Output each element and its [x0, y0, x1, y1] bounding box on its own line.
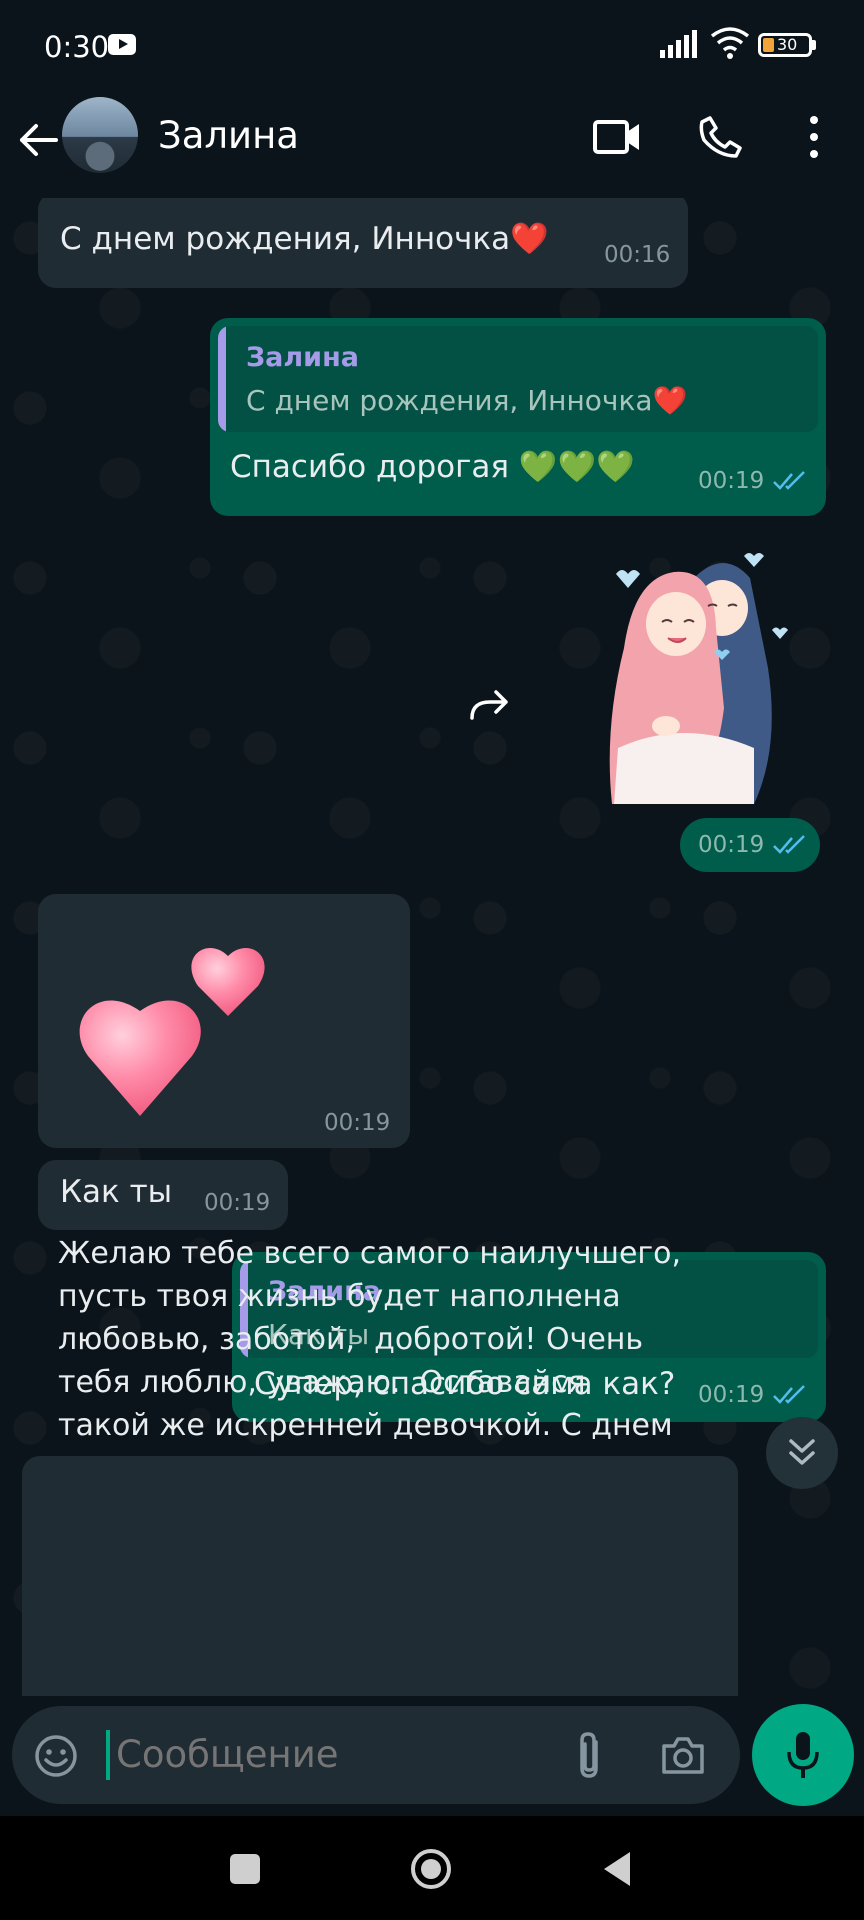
system-nav-bar [0, 1816, 864, 1920]
message-text-long: Желаю тебе всего самого наилучшего, пуст… [58, 1236, 682, 1443]
youtube-notification-icon [108, 34, 136, 55]
mic-icon [787, 1732, 819, 1778]
message-incoming[interactable]: Как ты 00:19 [38, 1160, 288, 1230]
contact-name[interactable]: Залина [158, 114, 299, 157]
mic-button[interactable] [752, 1704, 854, 1806]
read-ticks-icon [773, 835, 805, 854]
quote-author: Залина [246, 342, 359, 373]
back-arrow-icon[interactable] [16, 118, 60, 162]
text-caret [106, 1730, 110, 1780]
message-list[interactable]: С днем рождения, Инночка❤️ 00:16 Залина … [0, 198, 864, 1696]
message-time: 00:19 [204, 1190, 271, 1216]
message-composer [12, 1706, 740, 1804]
chevron-double-down-icon [789, 1439, 815, 1465]
message-incoming[interactable]: С днем рождения, Инночка❤️ 00:16 [38, 198, 688, 288]
read-ticks-icon [773, 1385, 805, 1404]
battery-level: 30 [777, 35, 798, 54]
message-text: Как ты [60, 1174, 173, 1210]
status-bar: 0:30 30 [0, 0, 864, 92]
battery-icon: 30 [758, 33, 812, 57]
forward-icon[interactable] [466, 684, 514, 724]
message-text: Спасибо дорогая 💚💚💚 [230, 449, 635, 485]
message-incoming-long[interactable] [22, 1456, 738, 1696]
battery-tip [812, 40, 816, 50]
sticker-hugging-girls[interactable] [604, 548, 814, 808]
phone-icon[interactable] [698, 114, 744, 160]
emoji-icon[interactable] [34, 1734, 78, 1778]
message-time: 00:19 [698, 832, 765, 858]
message-text: С днем рождения, Инночка❤️ [60, 221, 549, 257]
camera-icon[interactable] [660, 1734, 706, 1776]
video-call-icon[interactable] [592, 116, 642, 158]
message-time: 00:16 [604, 242, 671, 268]
quoted-message[interactable]: Залина С днем рождения, Инночка❤️ [218, 326, 818, 432]
attach-icon[interactable] [572, 1730, 606, 1780]
scroll-to-bottom-button[interactable] [766, 1417, 838, 1489]
read-ticks-icon [773, 471, 805, 490]
chat-header: Залина [0, 92, 864, 198]
battery-fill [763, 38, 774, 52]
quote-text: С днем рождения, Инночка❤️ [246, 384, 688, 417]
contact-avatar[interactable] [62, 97, 138, 173]
recent-apps-button[interactable] [230, 1854, 260, 1884]
hearts-sticker [79, 947, 265, 1116]
system-back-button[interactable] [600, 1850, 634, 1888]
quote-bar [218, 326, 226, 432]
more-vert-icon[interactable] [802, 112, 826, 162]
message-outgoing-reply[interactable]: Залина С днем рождения, Инночка❤️ Спасиб… [210, 318, 826, 516]
message-time: 00:19 [324, 1110, 391, 1136]
status-time: 0:30 [44, 30, 110, 64]
message-time: 00:19 [698, 1382, 765, 1408]
signal-icon [660, 30, 697, 58]
home-button[interactable] [410, 1848, 452, 1890]
message-time: 00:19 [698, 468, 765, 494]
message-input[interactable] [116, 1706, 556, 1804]
wifi-icon [710, 27, 750, 59]
sticker-time-pill: 00:19 [680, 818, 820, 872]
